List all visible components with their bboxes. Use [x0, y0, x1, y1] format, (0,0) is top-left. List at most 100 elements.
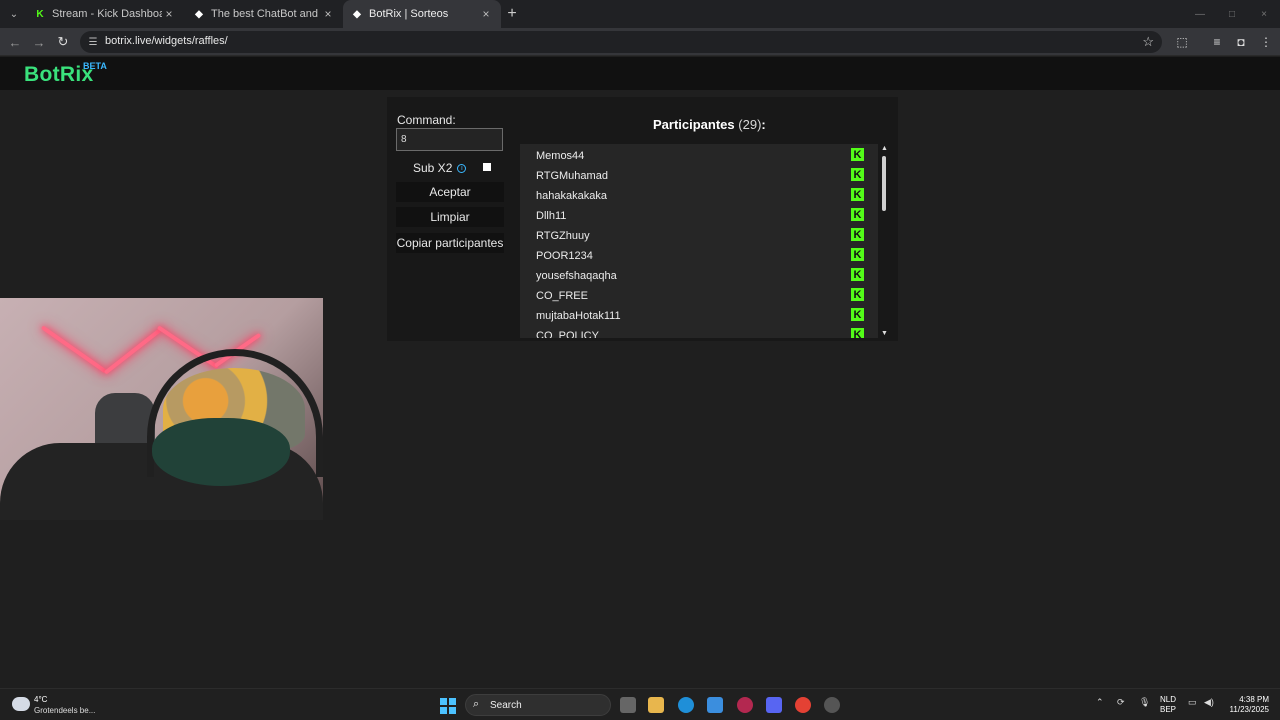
info-icon[interactable]: i [457, 163, 467, 173]
sync-icon[interactable]: ⟳ [1117, 697, 1125, 708]
volume-icon[interactable]: ◀) [1204, 697, 1214, 708]
botrix-icon: ◆ [195, 8, 203, 20]
discord-icon[interactable] [766, 697, 782, 713]
new-tab-button[interactable]: + [502, 4, 522, 24]
forward-icon[interactable]: → [30, 33, 48, 51]
sub-x2-label: Sub X2 [413, 161, 453, 175]
participant-name: Memos44 [536, 150, 585, 162]
scroll-down-arrow-icon[interactable]: ▼ [881, 330, 888, 337]
reload-icon[interactable]: ↻ [54, 33, 72, 51]
participant-item: POOR1234 K [536, 245, 866, 265]
tab-botrix-sorteos[interactable]: ◆ BotRix | Sorteos × [343, 0, 501, 28]
kick-icon: K [851, 168, 864, 181]
browser-tab-strip: ⌄ K Stream - Kick Dashboard × ◆ The best… [0, 0, 1280, 28]
command-input[interactable]: 8 [396, 128, 503, 151]
participant-item: CO_FREE K [536, 285, 866, 305]
participants-scrollbar[interactable]: ▲ ▼ [878, 144, 890, 338]
participant-item: CO_POLICY K [536, 325, 866, 338]
participant-name: hahakakakaka [536, 190, 607, 202]
close-tab-icon[interactable]: × [479, 7, 493, 21]
back-icon[interactable]: ← [6, 33, 24, 51]
app-icon[interactable] [824, 697, 840, 713]
kick-icon: K [851, 188, 864, 201]
kick-icon: K [36, 8, 44, 20]
participant-item: mujtabaHotak111 K [536, 305, 866, 325]
tab-title: Stream - Kick Dashboard [52, 8, 162, 20]
botrix-icon: ◆ [353, 8, 361, 20]
extensions-icon[interactable]: ⬚ [1174, 34, 1190, 50]
participants-count: (29) [738, 117, 762, 132]
input-language[interactable]: NLD BEP [1160, 695, 1176, 715]
search-icon: ⌕ [473, 698, 480, 710]
weather-temperature[interactable]: 4°C [34, 695, 47, 704]
beta-badge: BETA [83, 61, 107, 71]
menu-kebab-icon[interactable]: ⋮ [1258, 34, 1274, 50]
start-button[interactable] [440, 698, 456, 714]
copy-participants-button[interactable]: Copiar participantes [396, 233, 504, 253]
close-window-icon[interactable]: × [1248, 0, 1280, 28]
clear-button[interactable]: Limpiar [396, 207, 504, 227]
sub-x2-checkbox[interactable] [483, 163, 491, 171]
language-code: NLD [1160, 695, 1177, 704]
profile-icon[interactable]: ◘ [1233, 34, 1249, 50]
participant-item: RTGZhuuy K [536, 225, 866, 245]
participant-item: RTGMuhamad K [536, 165, 866, 185]
participant-name: CO_FREE [536, 290, 588, 302]
microphone-icon[interactable]: 🎙 [1139, 697, 1150, 708]
browser-toolbar: ← → ↻ ☰ botrix.live/widgets/raffles/ ☆ ⬚… [0, 28, 1280, 56]
file-explorer-icon[interactable] [648, 697, 664, 713]
site-info-icon[interactable]: ☰ [86, 35, 100, 49]
edge-icon[interactable] [678, 697, 694, 713]
close-tab-icon[interactable]: × [321, 7, 335, 21]
media-controls-icon[interactable]: ≡ [1209, 34, 1225, 50]
clock-time: 4:38 PM [1239, 695, 1269, 704]
maximize-icon[interactable]: □ [1216, 0, 1248, 28]
tray-overflow-icon[interactable]: ⌃ [1096, 697, 1104, 708]
taskbar-search[interactable]: ⌕ Search [465, 694, 611, 716]
keyboard-layout: BEP [1160, 705, 1177, 714]
participant-name: POOR1234 [536, 250, 593, 262]
accept-button[interactable]: Aceptar [396, 182, 504, 202]
participant-name: RTGMuhamad [536, 170, 608, 182]
windows-logo-pane [449, 707, 456, 714]
tab-title: The best ChatBot and Widgets [211, 8, 321, 20]
kick-icon: K [851, 288, 864, 301]
minimize-icon[interactable]: — [1184, 0, 1216, 28]
webcam-overlay [0, 298, 323, 520]
kick-icon: K [851, 148, 864, 161]
participant-name: RTGZhuuy [536, 230, 590, 242]
participant-item: hahakakakaka K [536, 185, 866, 205]
network-icon[interactable]: ▭ [1188, 697, 1197, 708]
app-header: BotRix BETA [0, 57, 1280, 90]
participants-list[interactable]: Memos44 K RTGMuhamad K hahakakakaka K Dl… [520, 144, 878, 338]
url-text[interactable]: botrix.live/widgets/raffles/ [105, 35, 228, 47]
kick-icon: K [851, 308, 864, 321]
neon-light [103, 328, 162, 375]
close-tab-icon[interactable]: × [162, 7, 176, 21]
store-icon[interactable] [707, 697, 723, 713]
participant-item: Dllh11 K [536, 205, 866, 225]
tab-kick-dashboard[interactable]: K Stream - Kick Dashboard × [26, 0, 184, 28]
participant-item: Memos44 K [536, 145, 866, 165]
weather-description[interactable]: Grotendeels be... [34, 706, 95, 715]
participants-colon: : [761, 117, 766, 132]
participant-name: CO_POLICY [536, 330, 599, 338]
windows-logo-pane [440, 698, 447, 705]
bookmark-star-icon[interactable]: ☆ [1142, 34, 1154, 50]
clock-date: 11/23/2025 [1229, 705, 1269, 714]
address-bar[interactable]: ☰ botrix.live/widgets/raffles/ ☆ [80, 31, 1162, 53]
participant-name: yousefshaqaqha [536, 270, 617, 282]
tab-chatbot-widgets[interactable]: ◆ The best ChatBot and Widgets × [185, 0, 343, 28]
scroll-up-arrow-icon[interactable]: ▲ [881, 145, 888, 152]
chrome-icon[interactable] [795, 697, 811, 713]
opera-icon[interactable] [737, 697, 753, 713]
task-view-icon[interactable] [620, 697, 636, 713]
cloud-icon[interactable] [12, 697, 30, 711]
participants-title: Participantes [653, 117, 735, 132]
kick-icon: K [851, 228, 864, 241]
tab-title: BotRix | Sorteos [369, 8, 449, 20]
tab-search-icon[interactable]: ⌄ [4, 4, 24, 24]
scroll-thumb[interactable] [882, 156, 886, 211]
system-clock[interactable]: 4:38 PM 11/23/2025 [1225, 695, 1269, 715]
sub-x2-row: Sub X2 i [413, 161, 467, 175]
